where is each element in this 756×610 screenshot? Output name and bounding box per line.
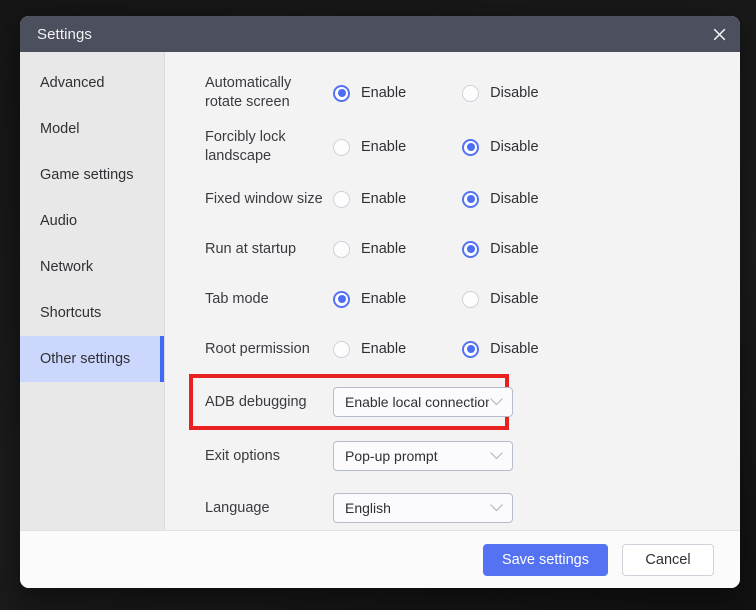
adb-debugging-dropdown[interactable]: Enable local connection [333, 387, 513, 417]
setting-label: Automatically rotate screen [205, 75, 292, 110]
setting-label: Root permission [205, 340, 310, 357]
radio-option-enable[interactable]: Enable [333, 138, 407, 156]
radio-label-enable: Enable [361, 241, 407, 257]
radio-option-enable[interactable]: Enable [333, 190, 407, 208]
sidebar-item-label: Other settings [40, 351, 131, 367]
setting-row-adb-debugging: ADB debugging Enable local connection [189, 374, 513, 430]
radio-group: Enable Disable [333, 290, 539, 308]
setting-row-language: Language English [205, 482, 716, 530]
adb-debugging-value: Enable local connection [345, 394, 489, 410]
radio-icon-enable [333, 240, 350, 258]
radio-icon-disable [462, 138, 480, 156]
radio-option-disable[interactable]: Disable [462, 290, 539, 308]
close-button[interactable] [704, 19, 734, 49]
radio-label-enable: Enable [361, 341, 407, 357]
radio-label-disable: Disable [490, 341, 539, 357]
sidebar-item-label: Audio [40, 213, 78, 229]
setting-label: Fixed window size [205, 190, 323, 207]
sidebar-item-label: Advanced [40, 75, 105, 91]
setting-label: Run at startup [205, 240, 297, 257]
radio-group: Enable Disable [333, 340, 539, 358]
radio-option-disable[interactable]: Disable [462, 190, 539, 208]
close-icon [713, 28, 726, 41]
settings-content: Automatically rotate screen Enable Disab… [165, 52, 740, 530]
chevron-down-icon [489, 499, 504, 517]
sidebar-item-label: Model [40, 121, 80, 137]
save-settings-button[interactable]: Save settings [482, 543, 608, 576]
setting-label: Language [205, 499, 270, 516]
radio-label-enable: Enable [361, 191, 407, 207]
radio-group: Enable Disable [333, 138, 539, 156]
radio-label-disable: Disable [490, 191, 539, 207]
sidebar-item-shortcuts[interactable]: Shortcuts [20, 290, 164, 336]
radio-icon-enable [333, 290, 350, 308]
language-dropdown[interactable]: English [333, 493, 513, 523]
sidebar-item-label: Network [40, 259, 94, 275]
radio-option-enable[interactable]: Enable [333, 340, 407, 358]
exit-options-dropdown[interactable]: Pop-up prompt [333, 441, 513, 471]
radio-label-enable: Enable [361, 85, 407, 101]
sidebar-item-game-settings[interactable]: Game settings [20, 152, 164, 198]
sidebar-item-audio[interactable]: Audio [20, 198, 164, 244]
sidebar-item-advanced[interactable]: Advanced [20, 60, 164, 106]
setting-label: Forcibly lock landscape [205, 129, 286, 164]
radio-label-disable: Disable [490, 139, 539, 155]
radio-group: Enable Disable [333, 84, 539, 102]
radio-label-enable: Enable [361, 291, 407, 307]
radio-option-enable[interactable]: Enable [333, 240, 407, 258]
settings-dialog: Settings Advanced Model Game settings Au… [20, 16, 740, 588]
radio-icon-disable [462, 240, 480, 258]
radio-icon-enable [333, 340, 350, 358]
radio-option-disable[interactable]: Disable [462, 340, 539, 358]
radio-group: Enable Disable [333, 190, 539, 208]
sidebar-item-label: Shortcuts [40, 305, 102, 321]
setting-label: ADB debugging [205, 393, 307, 410]
sidebar-item-other-settings[interactable]: Other settings [20, 336, 164, 382]
radio-icon-enable [333, 138, 350, 156]
chevron-down-icon [489, 447, 504, 465]
sidebar-item-network[interactable]: Network [20, 244, 164, 290]
setting-row-forcibly-lock-landscape: Forcibly lock landscape Enable Disable [205, 120, 716, 174]
sidebar-item-model[interactable]: Model [20, 106, 164, 152]
setting-row-exit-options: Exit options Pop-up prompt [205, 430, 716, 482]
setting-row-fixed-window-size: Fixed window size Enable Disable [205, 174, 716, 224]
dialog-footer: Save settings Cancel [20, 530, 740, 588]
dialog-body: Advanced Model Game settings Audio Netwo… [20, 52, 740, 530]
radio-label-disable: Disable [490, 241, 539, 257]
setting-row-root-permission: Root permission Enable Disable [205, 324, 716, 374]
radio-icon-enable [333, 190, 350, 208]
radio-group: Enable Disable [333, 240, 539, 258]
setting-row-run-at-startup: Run at startup Enable Disable [205, 224, 716, 274]
cancel-button[interactable]: Cancel [622, 543, 714, 576]
radio-option-enable[interactable]: Enable [333, 84, 407, 102]
settings-sidebar: Advanced Model Game settings Audio Netwo… [20, 52, 165, 530]
dialog-title: Settings [37, 25, 92, 43]
radio-icon-disable [462, 190, 480, 208]
radio-icon-disable [462, 340, 480, 358]
radio-label-enable: Enable [361, 139, 407, 155]
setting-label: Exit options [205, 447, 280, 464]
radio-option-disable[interactable]: Disable [462, 138, 539, 156]
radio-option-enable[interactable]: Enable [333, 290, 407, 308]
chevron-down-icon [489, 393, 504, 411]
radio-option-disable[interactable]: Disable [462, 84, 539, 102]
radio-icon-disable [462, 290, 480, 308]
radio-icon-enable [333, 84, 350, 102]
exit-options-value: Pop-up prompt [345, 448, 438, 464]
radio-label-disable: Disable [490, 291, 539, 307]
setting-row-tab-mode: Tab mode Enable Disable [205, 274, 716, 324]
setting-row-auto-rotate-screen: Automatically rotate screen Enable Disab… [205, 66, 716, 120]
language-value: English [345, 500, 391, 516]
sidebar-item-label: Game settings [40, 167, 134, 183]
dialog-titlebar: Settings [20, 16, 740, 52]
setting-label: Tab mode [205, 290, 269, 307]
radio-option-disable[interactable]: Disable [462, 240, 539, 258]
radio-label-disable: Disable [490, 85, 539, 101]
radio-icon-disable [462, 84, 480, 102]
settings-rows: Automatically rotate screen Enable Disab… [165, 66, 740, 530]
